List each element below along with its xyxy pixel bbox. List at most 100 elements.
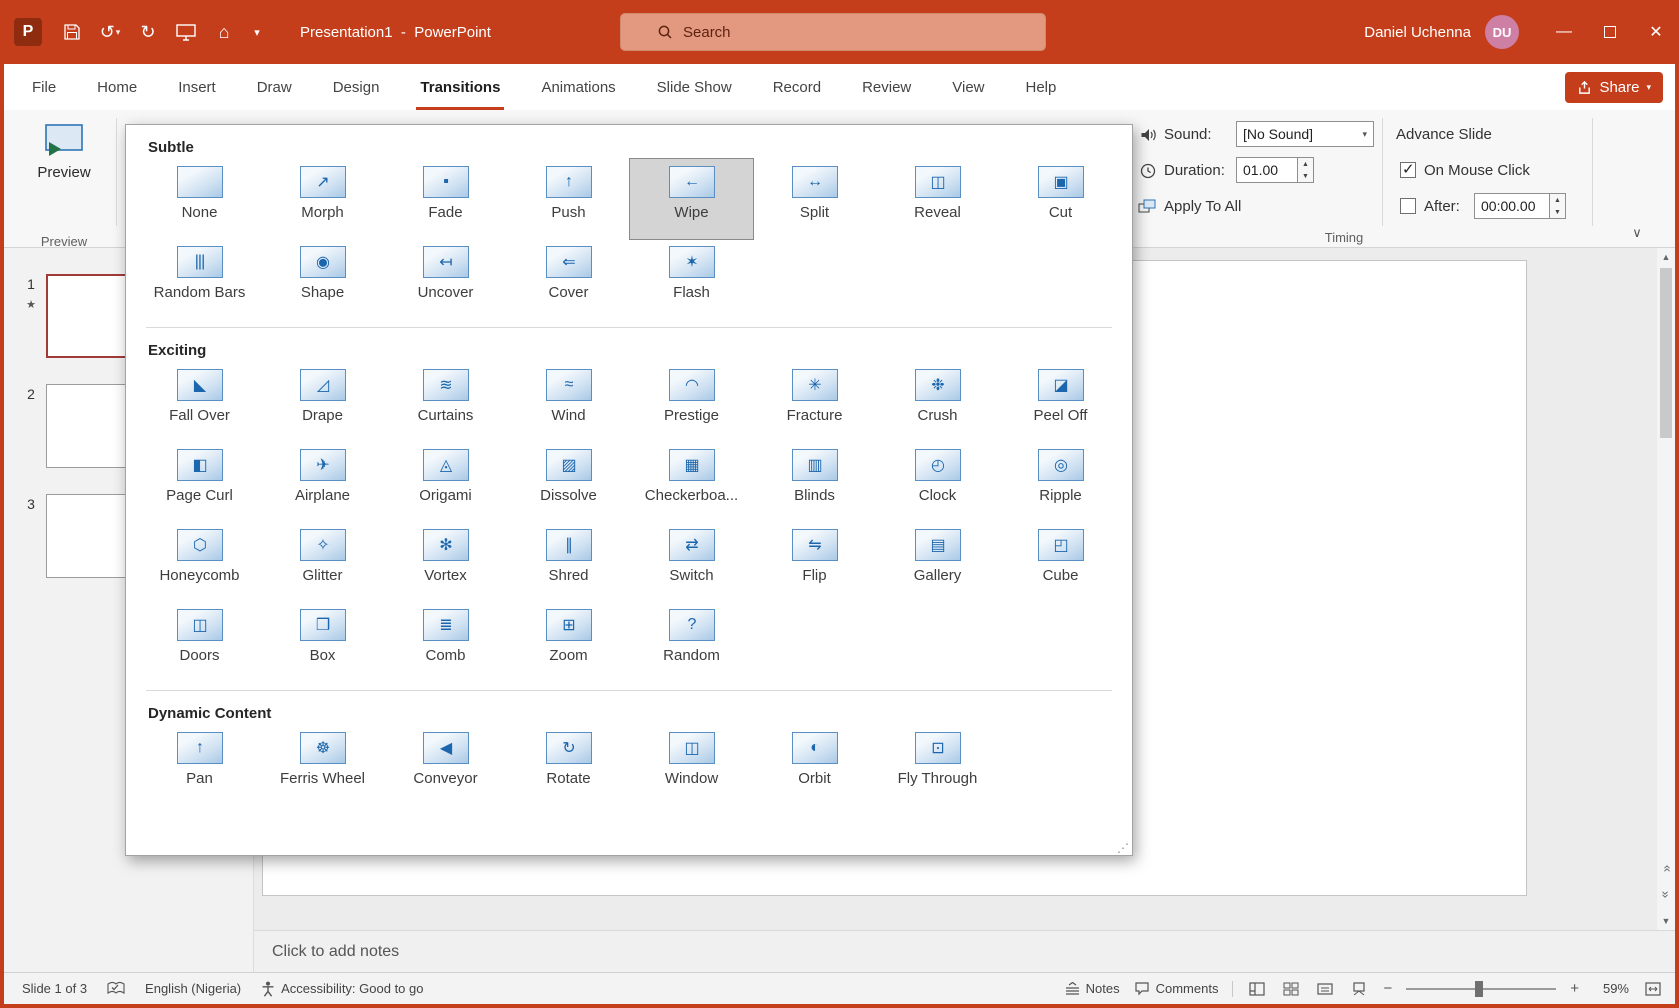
- after-up-icon[interactable]: ▲: [1550, 194, 1565, 206]
- transition-comb[interactable]: ≣Comb: [384, 602, 507, 682]
- transition-cut[interactable]: ▣Cut: [999, 159, 1122, 239]
- search-box[interactable]: Search: [620, 13, 1046, 51]
- transition-cube[interactable]: ◰Cube: [999, 522, 1122, 602]
- transition-uncover[interactable]: ↤Uncover: [384, 239, 507, 319]
- transition-flip[interactable]: ⇋Flip: [753, 522, 876, 602]
- start-slideshow-button[interactable]: [170, 15, 202, 49]
- tab-home[interactable]: Home: [95, 64, 139, 110]
- transition-conveyor[interactable]: ◀Conveyor: [384, 725, 507, 805]
- transition-clock[interactable]: ◴Clock: [876, 442, 999, 522]
- preview-button[interactable]: Preview: [26, 116, 102, 214]
- zoom-in-button[interactable]: +: [1570, 980, 1579, 997]
- transition-dissolve[interactable]: ▨Dissolve: [507, 442, 630, 522]
- transition-fracture[interactable]: ✳Fracture: [753, 362, 876, 442]
- transition-ferris-wheel[interactable]: ☸Ferris Wheel: [261, 725, 384, 805]
- zoom-slider-thumb[interactable]: [1475, 981, 1483, 997]
- scroll-down-icon[interactable]: ▼: [1657, 916, 1675, 926]
- save-button[interactable]: [56, 15, 88, 49]
- transition-airplane[interactable]: ✈Airplane: [261, 442, 384, 522]
- transition-page-curl[interactable]: ◧Page Curl: [138, 442, 261, 522]
- transition-random[interactable]: ?Random: [630, 602, 753, 682]
- transition-peel-off[interactable]: ◪Peel Off: [999, 362, 1122, 442]
- tab-animations[interactable]: Animations: [539, 64, 617, 110]
- transition-wind[interactable]: ≈Wind: [507, 362, 630, 442]
- transition-crush[interactable]: ❉Crush: [876, 362, 999, 442]
- collapse-ribbon-icon[interactable]: ∨: [1625, 225, 1649, 241]
- tab-file[interactable]: File: [30, 64, 58, 110]
- fit-to-window-button[interactable]: [1643, 982, 1663, 996]
- after-time-value[interactable]: 00:00.00: [1474, 193, 1550, 219]
- transition-pan[interactable]: ↑Pan: [138, 725, 261, 805]
- previous-slide-button[interactable]: »: [1659, 860, 1674, 878]
- transition-checkerboa[interactable]: ▦Checkerboa...: [630, 442, 753, 522]
- duration-up-icon[interactable]: ▲: [1298, 158, 1313, 170]
- transition-doors[interactable]: ◫Doors: [138, 602, 261, 682]
- tab-transitions[interactable]: Transitions: [418, 64, 502, 110]
- close-button[interactable]: ✕: [1633, 0, 1679, 64]
- transition-window[interactable]: ◫Window: [630, 725, 753, 805]
- slideshow-view-button[interactable]: [1349, 982, 1369, 996]
- comments-button[interactable]: Comments: [1134, 981, 1219, 996]
- powerpoint-logo-icon[interactable]: P: [14, 18, 42, 46]
- play-transition-star-icon[interactable]: ★: [26, 298, 36, 311]
- transition-box[interactable]: ❒Box: [261, 602, 384, 682]
- transition-honeycomb[interactable]: ⬡Honeycomb: [138, 522, 261, 602]
- tab-draw[interactable]: Draw: [255, 64, 294, 110]
- transition-glitter[interactable]: ✧Glitter: [261, 522, 384, 602]
- transition-gallery[interactable]: ▤Gallery: [876, 522, 999, 602]
- transition-shred[interactable]: ∥Shred: [507, 522, 630, 602]
- language-indicator[interactable]: English (Nigeria): [145, 981, 241, 996]
- tab-insert[interactable]: Insert: [176, 64, 218, 110]
- normal-view-button[interactable]: [1247, 982, 1267, 996]
- spell-check-icon[interactable]: [107, 981, 125, 996]
- transition-push[interactable]: ↑Push: [507, 159, 630, 239]
- transition-morph[interactable]: ↗Morph: [261, 159, 384, 239]
- transition-blinds[interactable]: ▥Blinds: [753, 442, 876, 522]
- after-checkbox[interactable]: [1400, 198, 1416, 214]
- apply-to-all-button[interactable]: Apply To All: [1164, 194, 1241, 220]
- transition-fade[interactable]: ▪Fade: [384, 159, 507, 239]
- notes-toggle-button[interactable]: Notes: [1065, 981, 1120, 996]
- tab-review[interactable]: Review: [860, 64, 913, 110]
- undo-dropdown-icon[interactable]: ▾: [116, 27, 121, 38]
- redo-button[interactable]: ↻: [132, 15, 164, 49]
- transition-drape[interactable]: ◿Drape: [261, 362, 384, 442]
- on-mouse-click-checkbox[interactable]: [1400, 162, 1416, 178]
- customize-qat-button[interactable]: ▾: [246, 15, 268, 49]
- transition-rotate[interactable]: ↻Rotate: [507, 725, 630, 805]
- duration-value[interactable]: 01.00: [1236, 157, 1298, 183]
- transition-fall-over[interactable]: ◣Fall Over: [138, 362, 261, 442]
- transition-fly-through[interactable]: ⊡Fly Through: [876, 725, 999, 805]
- vertical-scrollbar[interactable]: ▲ » » ▼: [1657, 248, 1675, 930]
- user-avatar[interactable]: DU: [1485, 15, 1519, 49]
- slide-sorter-view-button[interactable]: [1281, 982, 1301, 996]
- undo-button[interactable]: ↺▾: [94, 15, 126, 49]
- notes-pane[interactable]: Click to add notes: [254, 930, 1675, 972]
- transition-random-bars[interactable]: |||Random Bars: [138, 239, 261, 319]
- home-button[interactable]: ⌂: [208, 15, 240, 49]
- tab-record[interactable]: Record: [771, 64, 823, 110]
- minimize-button[interactable]: —: [1541, 0, 1587, 64]
- tab-help[interactable]: Help: [1024, 64, 1059, 110]
- next-slide-button[interactable]: »: [1659, 886, 1674, 904]
- transition-vortex[interactable]: ✻Vortex: [384, 522, 507, 602]
- transition-shape[interactable]: ◉Shape: [261, 239, 384, 319]
- transition-split[interactable]: ↔Split: [753, 159, 876, 239]
- transition-cover[interactable]: ⇐Cover: [507, 239, 630, 319]
- transition-ripple[interactable]: ◎Ripple: [999, 442, 1122, 522]
- transition-reveal[interactable]: ◫Reveal: [876, 159, 999, 239]
- after-down-icon[interactable]: ▼: [1550, 206, 1565, 218]
- resize-handle-icon[interactable]: ⋰: [1117, 841, 1129, 855]
- transition-curtains[interactable]: ≋Curtains: [384, 362, 507, 442]
- sound-dropdown[interactable]: [No Sound] ▾: [1236, 121, 1374, 147]
- scrollbar-thumb[interactable]: [1660, 268, 1672, 438]
- transition-zoom[interactable]: ⊞Zoom: [507, 602, 630, 682]
- zoom-out-button[interactable]: −: [1383, 980, 1392, 997]
- user-name[interactable]: Daniel Uchenna: [1364, 24, 1471, 41]
- transition-origami[interactable]: ◬Origami: [384, 442, 507, 522]
- tab-design[interactable]: Design: [331, 64, 382, 110]
- share-button[interactable]: Share ▾: [1565, 72, 1663, 103]
- duration-down-icon[interactable]: ▼: [1298, 170, 1313, 182]
- maximize-button[interactable]: [1587, 0, 1633, 64]
- after-time-spinner[interactable]: 00:00.00 ▲▼: [1474, 193, 1566, 219]
